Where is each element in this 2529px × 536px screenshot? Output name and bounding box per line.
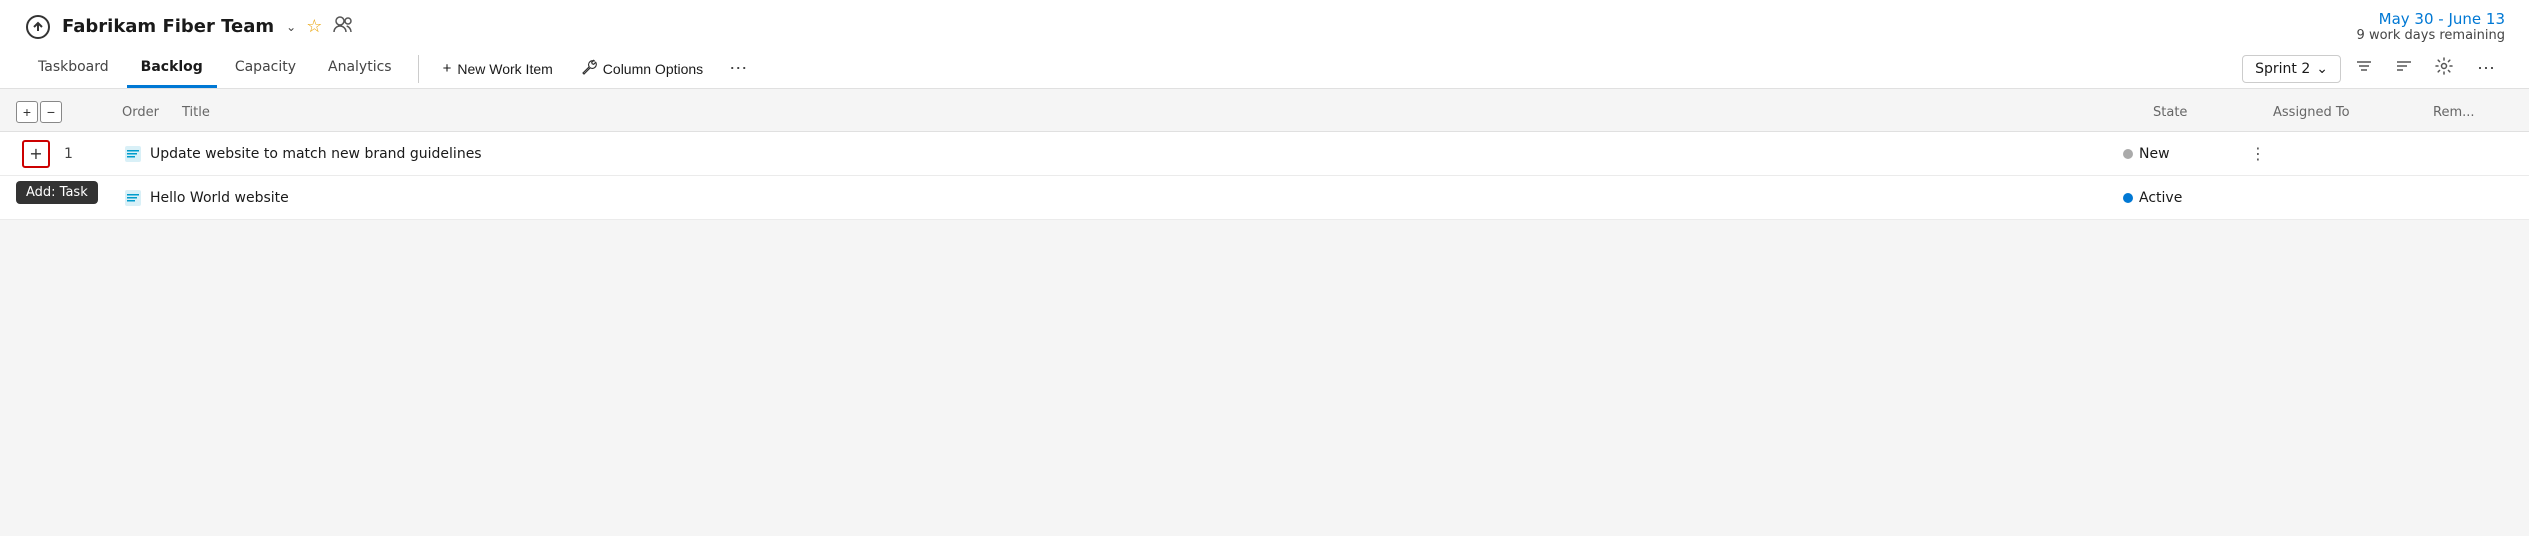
wrench-icon <box>581 59 597 79</box>
plus-icon: + <box>443 60 452 77</box>
work-item-icon-2 <box>124 189 142 207</box>
state-dot-1 <box>2123 149 2133 159</box>
nav-more-button[interactable]: ⋯ <box>719 52 757 85</box>
state-label-2: Active <box>2139 190 2182 206</box>
nav-actions: + New Work Item Column Options ⋯ <box>431 52 758 85</box>
tab-capacity[interactable]: Capacity <box>221 49 310 88</box>
row-title-text-1: Update website to match new brand guidel… <box>150 146 482 162</box>
tab-backlog[interactable]: Backlog <box>127 49 217 88</box>
team-dropdown-icon[interactable]: ⌄ <box>286 20 296 34</box>
favorite-icon[interactable]: ☆ <box>306 16 322 37</box>
sprint-dropdown-chevron: ⌄ <box>2316 61 2328 77</box>
team-icon <box>24 13 52 41</box>
row-title-2: Hello World website <box>124 189 2123 207</box>
settings-button[interactable] <box>2427 51 2461 86</box>
nav-left: Taskboard Backlog Capacity Analytics <box>24 49 406 88</box>
col-header-title: Title <box>182 105 2153 120</box>
table-header-row: + − Order Title State Assigned To Rem... <box>0 93 2529 132</box>
table-row: + Add: Task 1 Update website to match ne… <box>0 132 2529 176</box>
add-task-button[interactable]: + <box>22 140 50 168</box>
filter-button[interactable] <box>2347 52 2381 85</box>
state-label-1: New <box>2139 146 2170 162</box>
row-order-1: 1 <box>64 146 124 162</box>
column-options-label: Column Options <box>603 61 703 77</box>
sprint-dropdown-label: Sprint 2 <box>2255 61 2310 77</box>
collapse-all-button[interactable]: − <box>40 101 62 123</box>
top-bar: Fabrikam Fiber Team ⌄ ☆ May 30 - June 13… <box>0 0 2529 89</box>
sprint-dropdown[interactable]: Sprint 2 ⌄ <box>2242 55 2341 83</box>
row-add-area-1: + Add: Task <box>16 140 56 168</box>
nav-bar: Taskboard Backlog Capacity Analytics + N… <box>24 49 2505 88</box>
sprint-dates: May 30 - June 13 <box>2357 10 2505 28</box>
tab-taskboard[interactable]: Taskboard <box>24 49 123 88</box>
expand-all-button[interactable]: + <box>16 101 38 123</box>
table-row-2: Hello World website Active <box>0 176 2529 220</box>
members-icon[interactable] <box>332 15 354 38</box>
row-state-2: Active <box>2123 190 2243 206</box>
nav-right: Sprint 2 ⌄ <box>2242 51 2505 86</box>
sort-button[interactable] <box>2387 52 2421 85</box>
new-work-item-label: New Work Item <box>457 61 552 77</box>
state-dot-2 <box>2123 193 2133 203</box>
row-actions-1[interactable]: ⋮ <box>2243 144 2273 163</box>
team-left: Fabrikam Fiber Team ⌄ ☆ <box>24 13 354 41</box>
tab-analytics[interactable]: Analytics <box>314 49 406 88</box>
team-name: Fabrikam Fiber Team <box>62 16 274 37</box>
expand-controls: + − <box>16 101 62 123</box>
col-header-order: Order <box>122 105 182 120</box>
row-title-text-2: Hello World website <box>150 190 289 206</box>
column-options-button[interactable]: Column Options <box>569 53 715 85</box>
toolbar-more-button[interactable]: ⋯ <box>2467 52 2505 85</box>
table-area: + − Order Title State Assigned To Rem...… <box>0 93 2529 220</box>
nav-divider <box>418 55 419 83</box>
sprint-info: May 30 - June 13 9 work days remaining <box>2357 10 2505 43</box>
work-item-icon-1 <box>124 145 142 163</box>
sprint-days: 9 work days remaining <box>2357 28 2505 43</box>
row-title-1: Update website to match new brand guidel… <box>124 145 2123 163</box>
row-state-1: New <box>2123 146 2243 162</box>
col-header-remaining: Rem... <box>2433 105 2513 120</box>
col-header-state: State <box>2153 105 2273 120</box>
add-task-tooltip: Add: Task <box>16 181 98 204</box>
col-header-assigned: Assigned To <box>2273 105 2433 120</box>
team-header: Fabrikam Fiber Team ⌄ ☆ May 30 - June 13… <box>24 10 2505 49</box>
new-work-item-button[interactable]: + New Work Item <box>431 54 565 83</box>
